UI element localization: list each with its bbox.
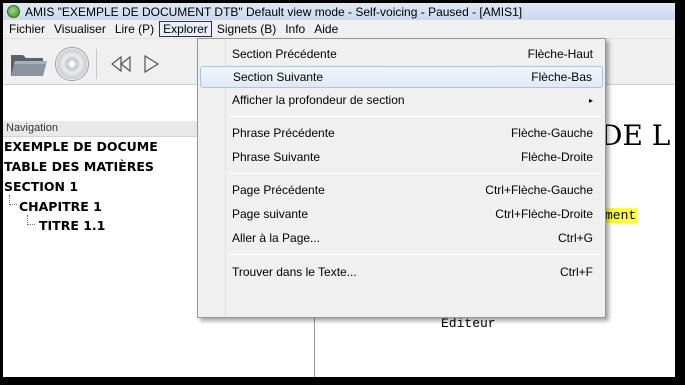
document-heading: DE L: [600, 119, 671, 152]
tree-item-table[interactable]: TABLE DES MATIÈRES: [4, 159, 154, 174]
menu-item-profondeur-section[interactable]: Afficher la profondeur de section ▸: [200, 89, 603, 111]
highlighted-text: ment: [604, 208, 638, 223]
menu-item-section-precedente[interactable]: Section Précédente Flèche-Haut: [200, 43, 603, 65]
menu-item-page-precedente[interactable]: Page Précédente Ctrl+Flèche-Gauche: [200, 179, 603, 201]
menu-signets[interactable]: Signets (B): [213, 21, 280, 37]
rewind-icon[interactable]: [109, 53, 133, 75]
explorer-menu: Section Précédente Flèche-Haut Section S…: [197, 38, 606, 318]
menu-info[interactable]: Info: [281, 21, 309, 37]
menu-separator: [229, 254, 601, 255]
menu-item-phrase-suivante[interactable]: Phrase Suivante Flèche-Droite: [200, 146, 603, 168]
editeur-text: Editeur: [441, 316, 496, 331]
menu-explorer[interactable]: Explorer: [159, 21, 212, 37]
menu-aide[interactable]: Aide: [310, 21, 342, 37]
tree-item-document[interactable]: EXEMPLE DE DOCUME: [4, 139, 158, 154]
tree-connector: [9, 195, 17, 205]
tree-item-titre-1-1[interactable]: TITRE 1.1: [39, 218, 105, 233]
open-folder-icon[interactable]: [9, 49, 49, 79]
menu-item-aller-page[interactable]: Aller à la Page... Ctrl+G: [200, 227, 603, 249]
menu-bar: Fichier Visualiser Lire (P) Explorer Sig…: [3, 20, 675, 39]
menu-item-phrase-precedente[interactable]: Phrase Précédente Flèche-Gauche: [200, 122, 603, 144]
submenu-arrow-icon: ▸: [588, 95, 593, 105]
window-title: AMIS "EXEMPLE DE DOCUMENT DTB" Default v…: [25, 4, 523, 19]
tree-item-section-1[interactable]: SECTION 1: [4, 179, 78, 194]
cd-icon[interactable]: [55, 47, 89, 81]
app-icon: [7, 5, 20, 18]
toolbar-separator: [96, 49, 97, 79]
menu-item-trouver-texte[interactable]: Trouver dans le Texte... Ctrl+F: [200, 261, 603, 283]
menu-item-section-suivante[interactable]: Section Suivante Flèche-Bas: [200, 66, 603, 88]
play-icon[interactable]: [139, 53, 163, 75]
menu-separator: [229, 116, 601, 117]
menu-item-page-suivante[interactable]: Page suivante Ctrl+Flèche-Droite: [200, 203, 603, 225]
menu-separator: [229, 173, 601, 174]
menu-fichier[interactable]: Fichier: [5, 21, 49, 37]
title-bar: AMIS "EXEMPLE DE DOCUMENT DTB" Default v…: [3, 3, 675, 20]
menu-visualiser[interactable]: Visualiser: [50, 21, 110, 37]
tree-item-chapitre-1[interactable]: CHAPITRE 1: [19, 199, 102, 214]
tree-connector: [27, 215, 35, 225]
menu-lire[interactable]: Lire (P): [111, 21, 158, 37]
